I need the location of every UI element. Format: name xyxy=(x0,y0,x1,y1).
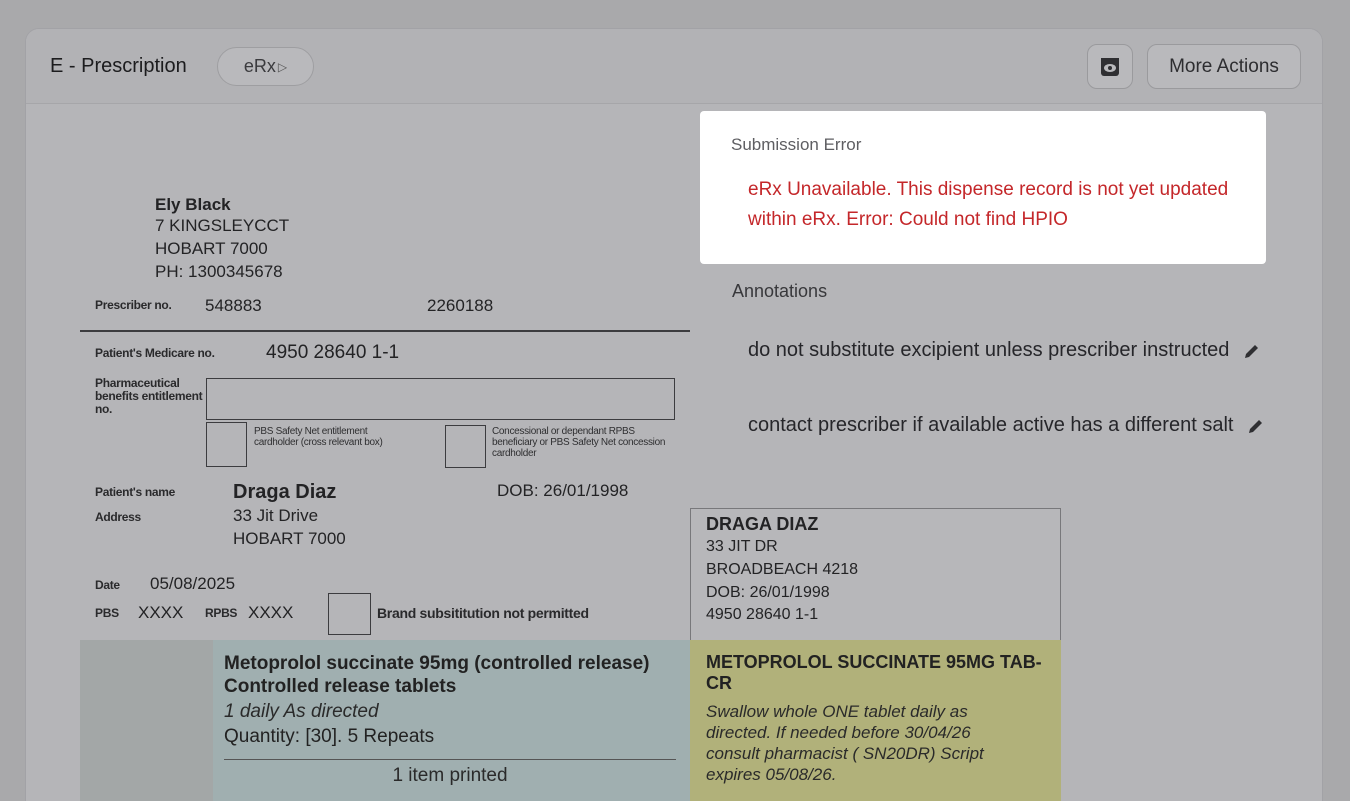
script-date: 05/08/2025 xyxy=(150,574,236,593)
label-medicare: 4950 28640 1-1 xyxy=(706,606,819,623)
label-address-1: 33 JIT DR xyxy=(706,538,778,555)
prescriber-address-1: 7 KINGSLEYCCT xyxy=(155,216,290,235)
label-address-2: BROADBEACH 4218 xyxy=(706,561,859,578)
medication-quantity: Quantity: [30]. 5 Repeats xyxy=(224,726,435,747)
medicare-number: 4950 28640 1-1 xyxy=(266,342,400,363)
pencil-icon[interactable] xyxy=(1247,417,1265,435)
date-label: Date xyxy=(95,578,120,592)
rpbs-label: RPBS xyxy=(205,606,238,620)
erx-badge-label: eRx xyxy=(243,56,276,76)
medicare-label: Patient's Medicare no. xyxy=(95,346,215,360)
erx-badge: eRx ▷ xyxy=(217,47,314,86)
rpbs-value: XXXX xyxy=(248,603,294,622)
patient-address-1: 33 Jit Drive xyxy=(233,506,319,525)
prescriber-no-2: 2260188 xyxy=(427,296,494,315)
medication-directions: 1 daily As directed xyxy=(224,701,379,722)
medication-margin xyxy=(80,640,213,801)
brand-checkbox xyxy=(328,593,371,635)
prescriber-no-label: Prescriber no. xyxy=(95,298,172,312)
medication-divider xyxy=(224,759,676,760)
pbs-value: XXXX xyxy=(138,603,184,622)
annotation-item: contact prescriber if available active h… xyxy=(748,409,1268,441)
prescriber-no: 548883 xyxy=(205,296,262,315)
pbs-safety-checkbox xyxy=(206,422,247,467)
error-title: Submission Error xyxy=(731,135,862,154)
brand-label: Brand subsititution not permitted xyxy=(377,605,589,621)
concessional-label: Concessional or dependant RPBS beneficia… xyxy=(492,426,666,459)
dispense-label-panel: DRAGA DIAZ 33 JIT DR BROADBEACH 4218 DOB… xyxy=(690,508,1061,642)
card-header: E - Prescription eRx ▷ More Actions xyxy=(26,29,1322,104)
prescriber-phone: PH: 1300345678 xyxy=(155,262,283,281)
entitlement-field xyxy=(206,378,675,420)
annotation-text: do not substitute excipient unless presc… xyxy=(748,339,1230,361)
label-patient-name: DRAGA DIAZ xyxy=(706,514,819,534)
pencil-icon[interactable] xyxy=(1243,342,1261,360)
address-label: Address xyxy=(95,510,141,524)
patient-name-label: Patient's name xyxy=(95,485,176,499)
patient-dob: DOB: 26/01/1998 xyxy=(497,481,629,500)
concessional-checkbox xyxy=(445,425,486,468)
patient-address-2: HOBART 7000 xyxy=(233,529,346,548)
arrow-icon: ▷ xyxy=(277,59,288,74)
preview-button[interactable] xyxy=(1087,44,1133,89)
page-title: E - Prescription xyxy=(50,55,187,77)
prescriber-name: Ely Black xyxy=(155,195,231,214)
patient-name: Draga Diaz xyxy=(233,481,337,503)
medication-name: Metoprolol succinate 95mg (controlled re… xyxy=(224,653,650,697)
eye-icon xyxy=(1101,57,1119,76)
pbs-label: PBS xyxy=(95,606,119,620)
prescriber-address-2: HOBART 7000 xyxy=(155,239,268,258)
label-dob: DOB: 26/01/1998 xyxy=(706,584,830,601)
label-medication-name: METOPROLOL SUCCINATE 95MG TAB-CR xyxy=(706,652,1042,693)
more-actions-button[interactable]: More Actions xyxy=(1147,44,1301,89)
divider xyxy=(80,330,690,332)
annotation-text: contact prescriber if available active h… xyxy=(748,414,1234,436)
annotation-item: do not substitute excipient unless presc… xyxy=(748,334,1268,366)
dispense-label-medication: METOPROLOL SUCCINATE 95MG TAB-CR Swallow… xyxy=(690,640,1061,801)
items-printed: 1 item printed xyxy=(392,765,508,786)
annotations-title: Annotations xyxy=(732,281,828,301)
submission-error-panel: Submission Error eRx Unavailable. This d… xyxy=(700,111,1266,264)
pbs-safety-label: PBS Safety Net entitlement cardholder (c… xyxy=(254,426,383,448)
label-directions: Swallow whole ONE tablet daily as direct… xyxy=(706,702,984,784)
pharm-benefits-label: Pharmaceutical benefits entitlement no. xyxy=(95,376,203,416)
error-message: eRx Unavailable. This dispense record is… xyxy=(748,179,1229,230)
